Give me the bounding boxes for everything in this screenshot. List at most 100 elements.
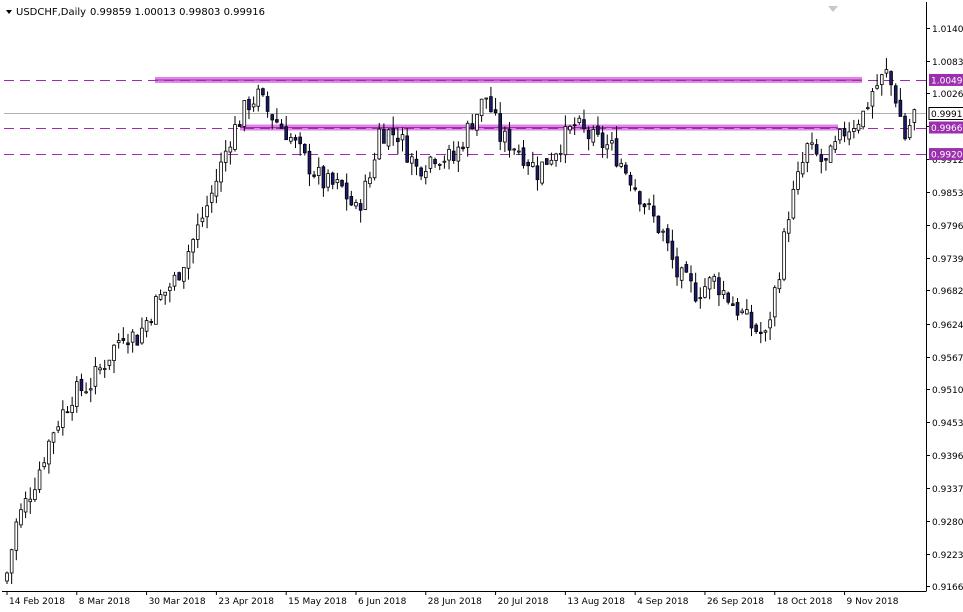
- level-price-label: 0.99663: [931, 124, 963, 134]
- candle-bear: [596, 125, 600, 135]
- candle-bull: [372, 159, 377, 179]
- y-tick-label: 0.97965: [932, 222, 963, 232]
- candle-bull: [647, 203, 651, 206]
- candle-bull: [740, 310, 744, 314]
- candle-bear: [689, 273, 693, 282]
- candle-bear: [340, 179, 344, 187]
- candle-bear: [270, 114, 275, 121]
- candle-bull: [84, 391, 88, 394]
- y-tick-label: 1.01400: [932, 25, 963, 35]
- candle-bull: [437, 163, 442, 166]
- candle-bear: [675, 256, 679, 278]
- candle-bull: [838, 128, 842, 141]
- candle-bull: [423, 171, 428, 179]
- candle-bull: [112, 344, 116, 361]
- candle-bear: [544, 158, 549, 165]
- candle-bear: [126, 342, 130, 346]
- candle-bear: [624, 164, 628, 174]
- candle-bear: [275, 119, 279, 123]
- candle-bear: [651, 205, 656, 217]
- candle-bull: [591, 128, 596, 143]
- candle-bull: [768, 319, 772, 329]
- candle-bear: [451, 150, 456, 162]
- candle-bear: [489, 96, 493, 113]
- candle-bear: [582, 119, 586, 129]
- candle-bull: [61, 409, 65, 428]
- candle-bull: [884, 69, 889, 74]
- x-tick-label: 14 Feb 2018: [9, 597, 65, 607]
- x-tick-label: 28 Jun 2018: [428, 597, 482, 607]
- candle-bear: [284, 126, 288, 141]
- candle-bull: [805, 143, 810, 163]
- y-tick-label: 0.96240: [932, 321, 963, 331]
- candle-bull: [577, 117, 582, 123]
- y-tick-label: 0.93960: [932, 452, 963, 462]
- candle-bear: [237, 124, 242, 127]
- candle-bull: [852, 128, 856, 132]
- candle-bear: [731, 303, 735, 306]
- x-tick-label: 6 Jun 2018: [358, 597, 407, 607]
- candle-bull: [5, 572, 9, 582]
- candle-bull: [195, 224, 200, 240]
- candle-bull: [791, 189, 796, 219]
- candle-bear: [419, 167, 423, 177]
- candle-bull: [56, 426, 60, 431]
- candle-bull: [447, 148, 451, 161]
- level-price-label: 1.00492: [931, 76, 963, 86]
- candle-bull: [400, 134, 405, 141]
- candle-bull: [568, 126, 572, 131]
- candle-bull: [796, 171, 800, 190]
- candle-bull: [707, 277, 712, 290]
- candle-bear: [665, 228, 670, 244]
- candle-bear: [177, 272, 181, 281]
- candle-bull: [28, 498, 33, 503]
- candle-bull: [116, 340, 121, 344]
- candle-bull: [619, 162, 624, 167]
- chart-title: USDCHF,Daily: [16, 7, 86, 18]
- candle-bull: [721, 290, 726, 296]
- candle-bear: [842, 128, 847, 137]
- candle-bull: [786, 219, 791, 234]
- candle-bull: [503, 130, 507, 143]
- candle-bear: [693, 282, 698, 302]
- candle-bull: [47, 440, 51, 465]
- candle-bull: [172, 274, 177, 287]
- candle-bull: [326, 173, 330, 188]
- candle-bear: [759, 331, 763, 334]
- candle-bull: [512, 148, 516, 151]
- candle-bull: [558, 152, 563, 155]
- candle-bull: [907, 125, 912, 139]
- candle-bull: [549, 159, 554, 165]
- x-tick-label: 13 Aug 2018: [567, 597, 625, 607]
- candle-bear: [65, 411, 70, 414]
- candle-bear: [726, 292, 731, 303]
- candle-bear: [247, 99, 251, 111]
- candle-bear: [749, 311, 754, 329]
- candle-bear: [261, 88, 265, 96]
- candle-bear: [633, 187, 637, 190]
- candle-bear: [498, 113, 503, 142]
- candle-bull: [42, 462, 47, 468]
- candle-bull: [563, 126, 568, 156]
- candle-bull: [703, 286, 707, 298]
- candle-bear: [600, 132, 605, 148]
- y-tick-label: 0.92235: [932, 551, 963, 561]
- candle-bull: [200, 217, 205, 223]
- candle-bull: [861, 110, 865, 128]
- y-tick-label: 0.96825: [932, 287, 963, 297]
- y-tick-label: 1.00260: [932, 90, 963, 100]
- candle-bull: [698, 297, 703, 300]
- candle-bull: [70, 404, 74, 413]
- candle-bear: [414, 158, 419, 167]
- candle-bear: [586, 129, 591, 140]
- candle-bull: [475, 113, 479, 131]
- candle-bull: [833, 141, 838, 150]
- candle-bull: [51, 432, 56, 443]
- candle-bear: [717, 277, 721, 296]
- candle-bull: [554, 153, 558, 161]
- candle-bull: [484, 97, 489, 100]
- candle-bear: [814, 144, 819, 155]
- current-price-label: 0.99916: [931, 110, 963, 120]
- candle-bear: [735, 302, 740, 316]
- x-tick-label: 26 Sep 2018: [707, 597, 764, 607]
